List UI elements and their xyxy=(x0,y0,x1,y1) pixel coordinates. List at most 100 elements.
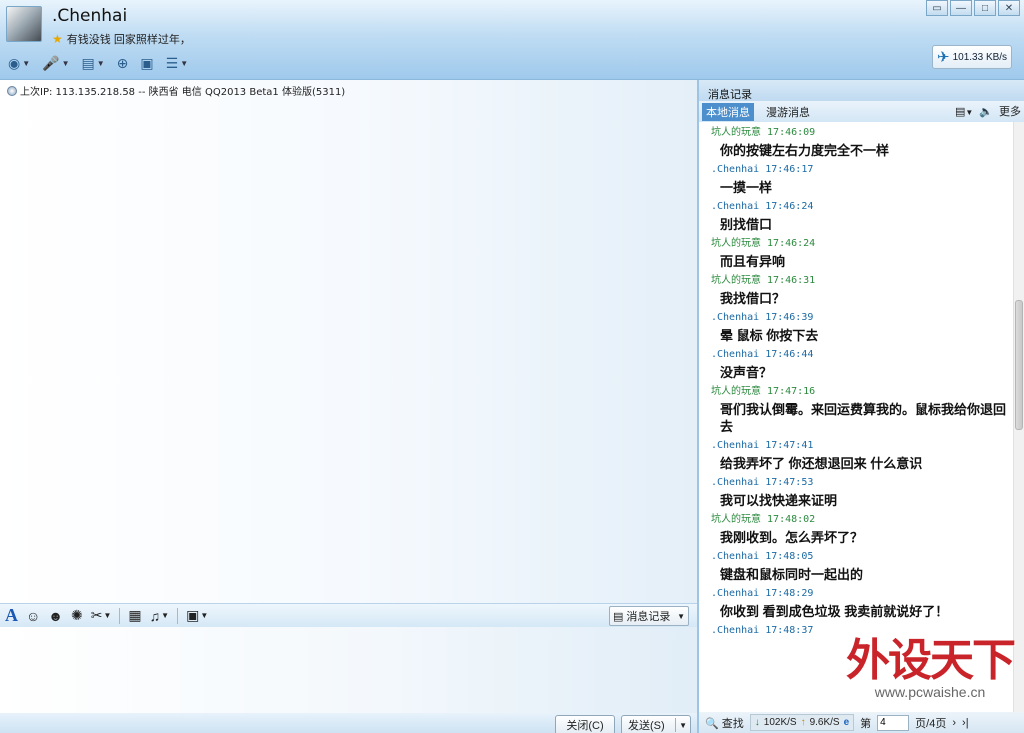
message-input[interactable] xyxy=(0,627,697,713)
next-page-icon[interactable]: › xyxy=(952,717,956,729)
divider xyxy=(177,607,179,624)
close-button[interactable]: 关闭(C) xyxy=(555,715,615,733)
message-text: 你的按键左右力度完全不一样 xyxy=(720,143,890,158)
message-time: 17:48:29 xyxy=(765,588,814,599)
microphone-icon: 🎤 xyxy=(42,54,60,71)
message-sender: 坑人的玩意 xyxy=(711,238,761,249)
magic-emoji-icon[interactable]: ☻ xyxy=(48,608,63,624)
speaker-icon[interactable]: 🔈 xyxy=(979,105,993,118)
search-button[interactable]: 🔍 查找 xyxy=(705,715,744,731)
message-meta: .Chenhai 17:46:24 xyxy=(711,199,1013,214)
music-button[interactable]: ♫ ▼ xyxy=(150,608,169,624)
more-button[interactable]: 更多 xyxy=(999,103,1021,119)
toolbox-button[interactable]: ▣ ▼ xyxy=(186,607,208,624)
send-button[interactable]: 发送(S) ▼ xyxy=(621,715,691,733)
message-meta: .Chenhai 17:46:39 xyxy=(711,310,1013,325)
scrollbar-thumb[interactable] xyxy=(1015,300,1023,430)
chat-toolbar: ◉ ▼ 🎤 ▼ ▤ ▼ ⊕ ▣ ☰ ▼ xyxy=(6,53,190,73)
star-icon: ★ xyxy=(52,32,63,46)
voice-call-button[interactable]: 🎤 ▼ xyxy=(40,53,71,73)
maximize-icon[interactable]: □ xyxy=(974,0,996,16)
network-speed: 101.33 KB/s xyxy=(952,51,1008,63)
font-icon[interactable]: A xyxy=(5,605,18,626)
message-sender: .Chenhai xyxy=(711,588,760,599)
chevron-down-icon: ▼ xyxy=(677,611,685,621)
history-filter-button[interactable]: ▤▼ xyxy=(955,105,973,118)
message-text: 一摸一样 xyxy=(720,180,773,195)
upload-arrow-icon: ↑ xyxy=(800,717,806,728)
chevron-down-icon: ▼ xyxy=(96,58,105,68)
last-ip-text: 上次IP: 113.135.218.58 -- 陕西省 电信 QQ2013 Be… xyxy=(20,87,346,98)
message-meta: 坑人的玩意 17:48:02 xyxy=(711,512,1013,527)
minimize-icon[interactable]: — xyxy=(950,0,972,16)
send-label: 发送(S) xyxy=(628,720,665,732)
signature-text: 有钱没钱 回家照样过年， xyxy=(66,34,191,46)
message-history-panel: 消息记录 本地消息 漫游消息 ▤▼ 🔈 更多 坑人的玩意 17:46:09 你的按… xyxy=(697,80,1024,733)
history-icon: ▤ xyxy=(613,610,624,623)
camera-icon: ◉ xyxy=(8,54,21,71)
shake-icon[interactable]: ✺ xyxy=(71,607,83,624)
emoji-icon[interactable]: ☺ xyxy=(26,608,40,624)
chat-message-area[interactable]: 上次IP: 113.135.218.58 -- 陕西省 电信 QQ2013 Be… xyxy=(0,80,697,603)
ie-icon[interactable]: e xyxy=(844,717,850,728)
close-icon[interactable]: ✕ xyxy=(998,0,1020,16)
music-icon: ♫ xyxy=(149,607,161,624)
search-label: 查找 xyxy=(721,717,744,730)
history-tools: ▤▼ 🔈 更多 xyxy=(955,103,1021,119)
message-meta: .Chenhai 17:47:41 xyxy=(711,438,1013,453)
add-contact-button[interactable]: ⊕ xyxy=(115,53,131,73)
message-sender: 坑人的玩意 xyxy=(711,514,761,525)
chevron-down-icon: ▼ xyxy=(103,611,112,620)
chevron-down-icon[interactable]: ▼ xyxy=(679,721,687,730)
message-text: 键盘和鼠标同时一起出的 xyxy=(720,567,864,582)
message-meta: 坑人的玩意 17:46:09 xyxy=(711,125,1013,140)
last-ip-notice: 上次IP: 113.135.218.58 -- 陕西省 电信 QQ2013 Be… xyxy=(7,83,345,98)
message-meta: .Chenhai 17:48:29 xyxy=(711,586,1013,601)
add-user-icon: ⊕ xyxy=(116,54,129,71)
page-number-input[interactable] xyxy=(877,714,910,731)
message-meta: .Chenhai 17:46:44 xyxy=(711,347,1013,362)
message-sender: 坑人的玩意 xyxy=(711,275,761,286)
message-text: 别找借口 xyxy=(720,217,773,232)
remote-desktop-button[interactable]: ▣ xyxy=(138,53,155,73)
tab-roaming-messages[interactable]: 漫游消息 xyxy=(762,103,814,121)
message-time: 17:46:24 xyxy=(767,238,816,249)
image-icon[interactable]: ▦ xyxy=(128,607,141,624)
network-speed-widget[interactable]: ✈ 101.33 KB/s xyxy=(932,45,1012,69)
transfer-file-button[interactable]: ▤ ▼ xyxy=(80,53,107,73)
message-time: 17:47:41 xyxy=(765,440,814,451)
tab-local-messages[interactable]: 本地消息 xyxy=(702,102,754,121)
history-scrollbar[interactable] xyxy=(1013,122,1024,712)
avatar[interactable] xyxy=(6,6,42,42)
history-message-list[interactable]: 坑人的玩意 17:46:09 你的按键左右力度完全不一样 .Chenhai 17:4… xyxy=(699,122,1013,712)
message-meta: 坑人的玩意 17:46:31 xyxy=(711,273,1013,288)
video-call-button[interactable]: ◉ ▼ xyxy=(6,53,32,73)
page-suffix: 页/4页 xyxy=(915,717,947,730)
upload-speed: 9.6K/S xyxy=(809,717,840,728)
input-toolbar: A ☺ ☻ ✺ ✂ ▼ ▦ ♫ ▼ ▣ ▼ ▤ 消息记录 ▼ xyxy=(0,603,697,627)
message-sender: .Chenhai xyxy=(711,201,760,212)
chevron-down-icon: ▼ xyxy=(200,611,209,620)
chevron-down-icon: ▼ xyxy=(61,58,70,68)
restore-icon[interactable]: ▭ xyxy=(926,0,948,16)
chevron-down-icon: ▼ xyxy=(161,611,170,620)
apps-button[interactable]: ☰ ▼ xyxy=(164,53,190,73)
message-history-button[interactable]: ▤ 消息记录 ▼ xyxy=(609,606,689,626)
history-bottom-bar: 🔍 查找 ↓ 102K/S ↑ 9.6K/S e 第 页/4页 › ›| xyxy=(699,712,1024,733)
message-text: 我刚收到。怎么弄坏了？ xyxy=(720,530,864,545)
screenshot-button[interactable]: ✂ ▼ xyxy=(91,607,112,624)
message-sender: .Chenhai xyxy=(711,477,760,488)
message-meta: .Chenhai 17:47:53 xyxy=(711,475,1013,490)
message-sender: .Chenhai xyxy=(711,164,760,175)
divider xyxy=(675,718,676,732)
last-page-icon[interactable]: ›| xyxy=(962,717,969,729)
history-panel-title: 消息记录 xyxy=(699,80,1024,101)
message-meta: .Chenhai 17:48:05 xyxy=(711,549,1013,564)
message-time: 17:46:39 xyxy=(765,312,814,323)
filter-icon: ▤ xyxy=(954,105,966,118)
message-text: 我可以找快递来证明 xyxy=(720,493,838,508)
message-meta: .Chenhai 17:46:17 xyxy=(711,162,1013,177)
history-tabs: 本地消息 漫游消息 ▤▼ 🔈 更多 xyxy=(699,101,1024,122)
toolbox-icon: ▣ xyxy=(186,607,200,623)
bird-icon: ✈ xyxy=(937,49,950,66)
